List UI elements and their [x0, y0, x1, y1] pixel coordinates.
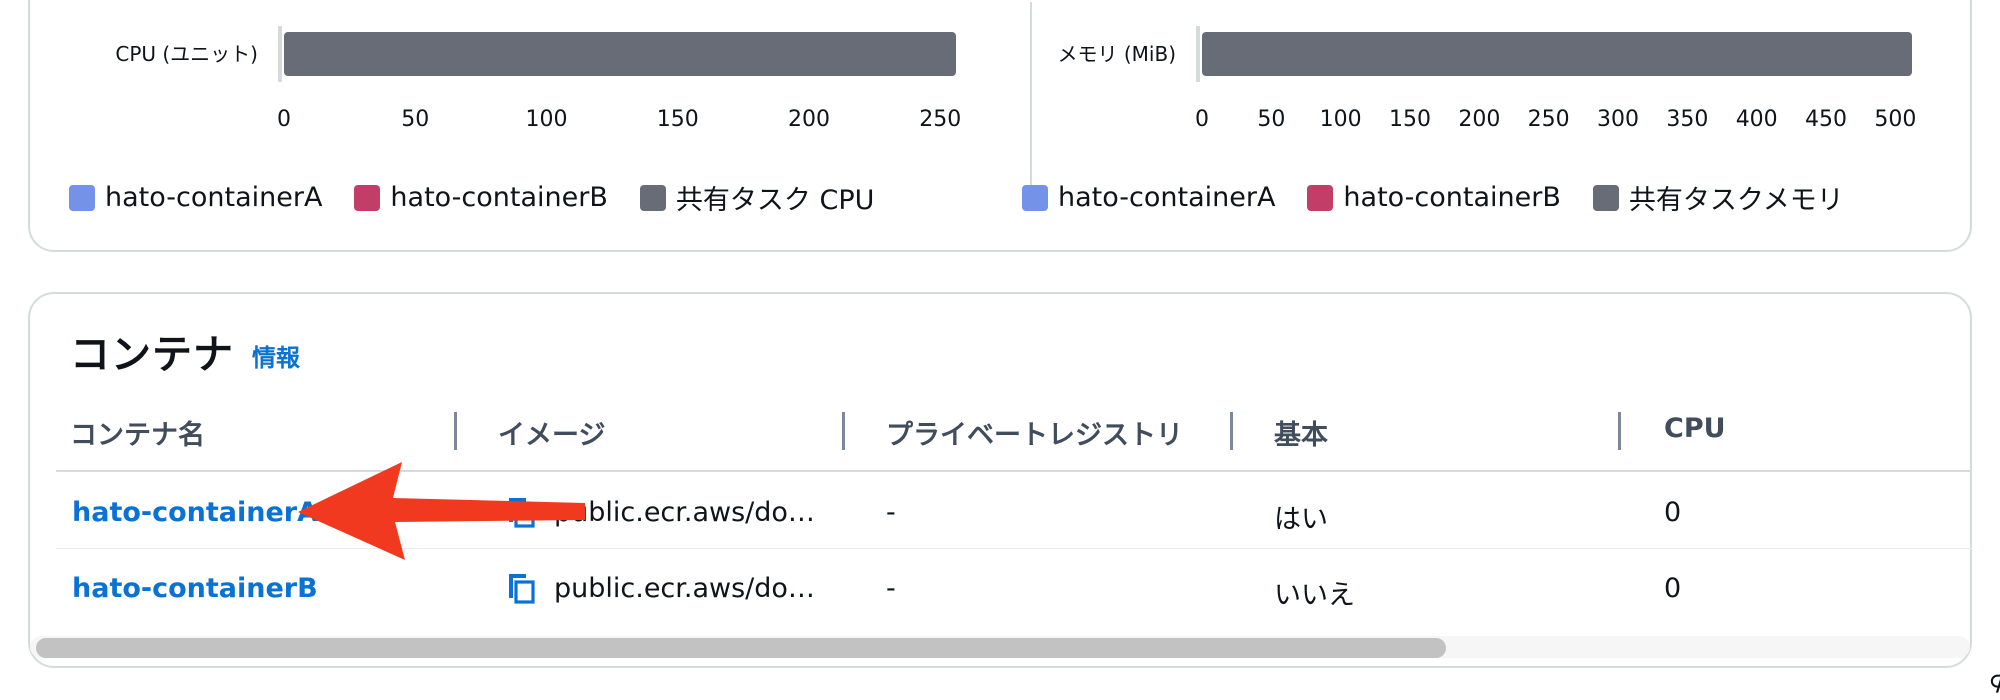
corner-glyph: ⊄	[1988, 664, 2000, 697]
annotation-arrow	[298, 462, 585, 560]
